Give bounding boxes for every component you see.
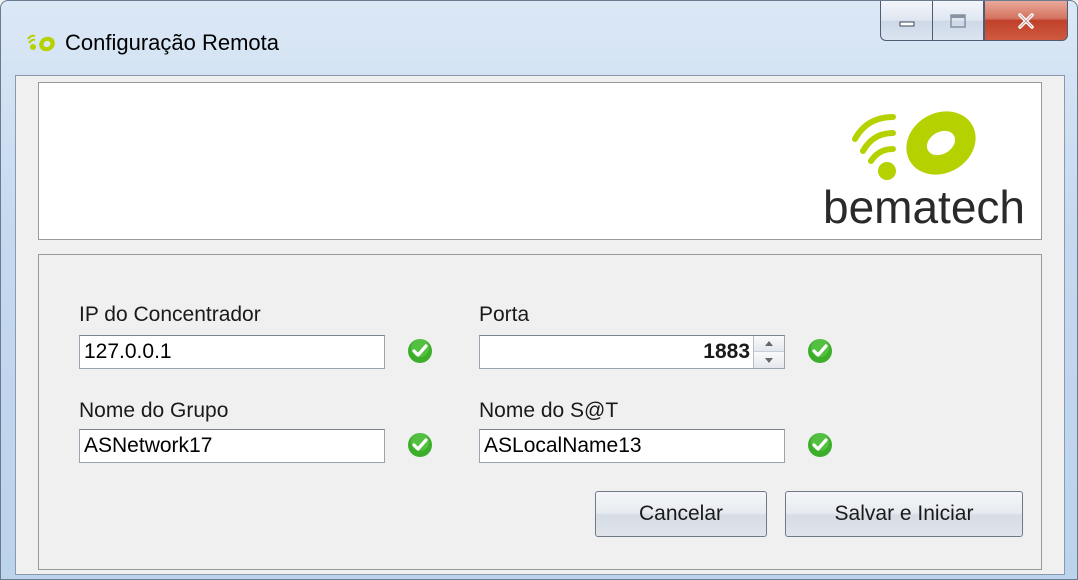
dialog-client-area: bematech IP do Concentrador Porta 1883 — [15, 75, 1065, 575]
title-bar[interactable]: Configuração Remota — [1, 1, 1077, 75]
spin-down-button[interactable] — [754, 352, 784, 368]
port-valid-check-icon — [808, 339, 832, 363]
group-label: Nome do Grupo — [79, 399, 229, 422]
port-spinner — [753, 336, 784, 368]
maximize-icon — [950, 13, 966, 28]
window-controls — [880, 1, 1068, 43]
sat-valid-check-icon — [808, 433, 832, 457]
sat-label: Nome do S@T — [479, 399, 619, 422]
port-spinner-field[interactable]: 1883 — [479, 335, 785, 369]
save-and-start-button[interactable]: Salvar e Iniciar — [785, 491, 1023, 537]
close-button[interactable] — [984, 1, 1068, 41]
minimize-button[interactable] — [880, 1, 932, 41]
sat-name-input[interactable] — [479, 429, 785, 463]
close-icon — [1018, 12, 1034, 29]
bematech-logo-icon — [27, 34, 55, 52]
ip-valid-check-icon — [408, 339, 432, 363]
chevron-down-icon — [765, 357, 773, 363]
ip-label: IP do Concentrador — [79, 303, 261, 326]
port-label: Porta — [479, 303, 530, 326]
window: Configuração Remota bematech IP do Conce… — [0, 0, 1078, 580]
minimize-icon — [899, 21, 914, 26]
port-value: 1883 — [703, 340, 750, 363]
logo-banner: bematech — [38, 82, 1042, 240]
group-valid-check-icon — [408, 433, 432, 457]
window-title: Configuração Remota — [65, 30, 280, 55]
bematech-logo: bematech — [823, 111, 1025, 231]
ip-input[interactable] — [79, 335, 385, 369]
cancel-button[interactable]: Cancelar — [595, 491, 767, 537]
connection-form: IP do Concentrador Porta 1883 — [38, 254, 1042, 570]
chevron-up-icon — [765, 341, 773, 346]
group-input[interactable] — [79, 429, 385, 463]
maximize-button[interactable] — [932, 1, 984, 41]
logo-wordmark: bematech — [823, 181, 1025, 231]
spin-up-button[interactable] — [754, 336, 784, 352]
